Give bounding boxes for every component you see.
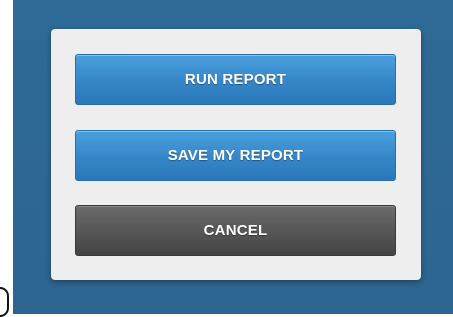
report-actions-dialog: RUN REPORT SAVE MY REPORT CANCEL: [51, 29, 421, 280]
run-report-button[interactable]: RUN REPORT: [75, 54, 396, 105]
partial-bracket-glyph: [0, 287, 9, 317]
save-my-report-button[interactable]: SAVE MY REPORT: [75, 130, 396, 181]
cancel-button[interactable]: CANCEL: [75, 205, 396, 256]
